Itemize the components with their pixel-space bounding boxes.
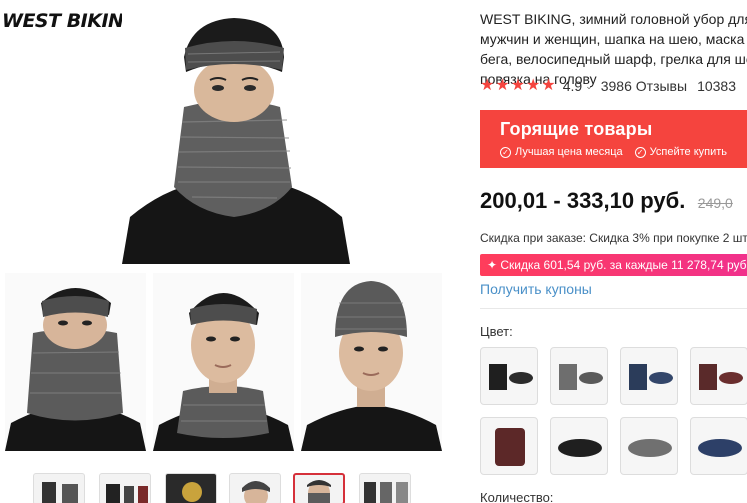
star-icon: ★ [480,77,495,94]
hot-deals-features: ✓ Лучшая цена месяца ✓ Успейте купить [500,146,747,158]
rating-row: ★ ★ ★ ★ ★ 4.9 ⌄ 3986 Отзывы 10383 [480,77,736,95]
thumbnail-1[interactable] [33,473,85,503]
feature-label: Успейте купить [649,146,728,158]
thumbnail-4[interactable] [229,473,281,503]
thumbnail-strip [33,473,453,503]
color-swatch-black[interactable] [480,347,538,405]
hot-deals-title: Горящие товары [500,119,653,139]
color-swatch-navy-headband[interactable] [690,417,747,475]
thumbnail-3[interactable] [165,473,217,503]
thumbnail-6[interactable] [359,473,411,503]
gallery-image-1[interactable] [5,273,146,451]
gallery-image-2[interactable] [153,273,294,451]
check-circle-icon: ✓ [500,146,511,158]
star-icon: ★ [541,77,556,94]
reviews-count[interactable]: 3986 Отзывы [601,78,687,94]
check-circle-icon: ✓ [634,146,646,158]
main-product-image[interactable] [122,12,350,264]
feature-best-price: ✓ Лучшая цена месяца [500,146,623,158]
chevron-down-icon[interactable]: ⌄ [585,81,593,92]
get-coupons-link[interactable]: Получить купоны [480,281,592,297]
color-label: Цвет: [480,324,513,339]
feature-label: Лучшая цена месяца [515,146,623,158]
hot-deals-banner: Горящие товары ✓ Лучшая цена месяца ✓ Ус… [480,110,747,168]
divider [480,308,747,309]
feature-hurry: ✓ Успейте купить [634,146,728,158]
color-swatch-navy[interactable] [620,347,678,405]
promo-discount-badge[interactable]: ✦ Скидка 601,54 руб. за каждые 11 278,74… [480,254,747,276]
color-swatch-burgundy[interactable] [690,347,747,405]
price-row: 200,01 - 333,10 руб. 249,0 [480,188,733,214]
color-swatch-gray[interactable] [550,347,608,405]
star-icon: ★ [495,77,510,94]
orders-count: 10383 [697,78,736,94]
order-discount-text: Скидка при заказе: Скидка 3% при покупке… [480,231,747,245]
star-icon: ★ [510,77,526,94]
rating-value[interactable]: 4.9 [563,78,582,94]
rating-stars: ★ ★ ★ ★ ★ [480,78,557,94]
color-swatch-gray-headband[interactable] [620,417,678,475]
product-info-panel: WEST BIKING, зимний головной убор для му… [480,0,747,503]
thumbnail-2[interactable] [99,473,151,503]
thumbnail-5-selected[interactable] [293,473,345,503]
quantity-label: Количество: [480,490,554,503]
price-range: 200,01 - 333,10 руб. [480,188,686,213]
color-swatch-black-headband[interactable] [550,417,608,475]
old-price: 249,0 [697,195,733,211]
star-icon: ★ [526,77,541,94]
brand-logo: WEST BIKING [2,10,139,32]
color-swatch-burgundy-gaiter[interactable] [480,417,538,475]
gallery-image-3[interactable] [301,273,442,451]
product-gallery: WEST BIKING [0,0,470,503]
